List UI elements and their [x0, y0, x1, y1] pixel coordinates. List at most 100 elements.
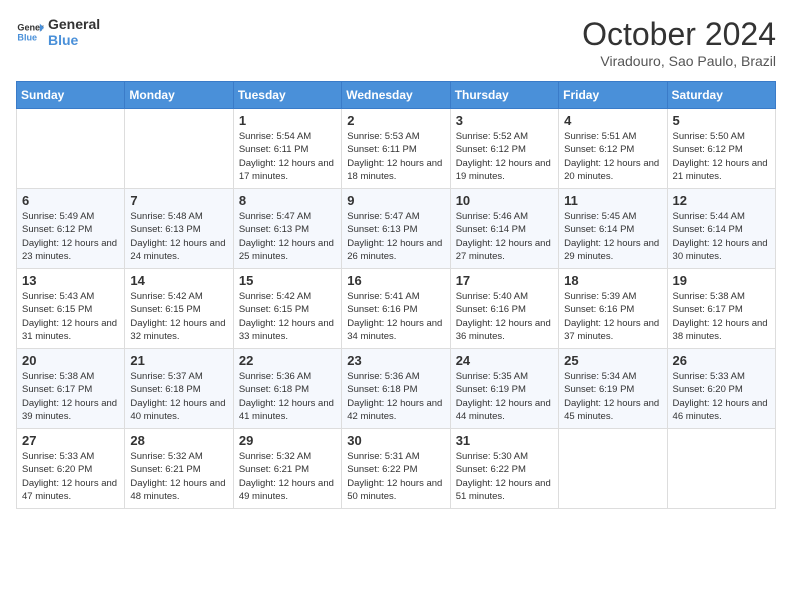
logo: General Blue General Blue [16, 16, 100, 48]
calendar-week-3: 13 Sunrise: 5:43 AM Sunset: 6:15 PM Dayli… [17, 269, 776, 349]
calendar-cell [17, 109, 125, 189]
day-number: 31 [456, 433, 553, 448]
day-number: 28 [130, 433, 227, 448]
calendar-cell: 2 Sunrise: 5:53 AM Sunset: 6:11 PM Daylig… [342, 109, 450, 189]
calendar-cell: 3 Sunrise: 5:52 AM Sunset: 6:12 PM Daylig… [450, 109, 558, 189]
day-info: Sunrise: 5:48 AM Sunset: 6:13 PM Dayligh… [130, 210, 227, 263]
day-number: 4 [564, 113, 661, 128]
calendar-cell: 10 Sunrise: 5:46 AM Sunset: 6:14 PM Dayli… [450, 189, 558, 269]
day-number: 29 [239, 433, 336, 448]
calendar-cell [125, 109, 233, 189]
day-of-week-friday: Friday [559, 82, 667, 109]
day-info: Sunrise: 5:46 AM Sunset: 6:14 PM Dayligh… [456, 210, 553, 263]
day-number: 12 [673, 193, 770, 208]
day-info: Sunrise: 5:33 AM Sunset: 6:20 PM Dayligh… [673, 370, 770, 423]
calendar-cell: 14 Sunrise: 5:42 AM Sunset: 6:15 PM Dayli… [125, 269, 233, 349]
day-of-week-wednesday: Wednesday [342, 82, 450, 109]
day-info: Sunrise: 5:38 AM Sunset: 6:17 PM Dayligh… [22, 370, 119, 423]
day-of-week-saturday: Saturday [667, 82, 775, 109]
day-info: Sunrise: 5:38 AM Sunset: 6:17 PM Dayligh… [673, 290, 770, 343]
calendar-cell: 7 Sunrise: 5:48 AM Sunset: 6:13 PM Daylig… [125, 189, 233, 269]
day-info: Sunrise: 5:32 AM Sunset: 6:21 PM Dayligh… [130, 450, 227, 503]
day-number: 22 [239, 353, 336, 368]
day-info: Sunrise: 5:31 AM Sunset: 6:22 PM Dayligh… [347, 450, 444, 503]
day-info: Sunrise: 5:40 AM Sunset: 6:16 PM Dayligh… [456, 290, 553, 343]
calendar-week-2: 6Sunrise: 5:49 AM Sunset: 6:12 PM Daylig… [17, 189, 776, 269]
calendar-cell: 15 Sunrise: 5:42 AM Sunset: 6:15 PM Dayli… [233, 269, 341, 349]
day-info: Sunrise: 5:32 AM Sunset: 6:21 PM Dayligh… [239, 450, 336, 503]
day-of-week-tuesday: Tuesday [233, 82, 341, 109]
day-info: Sunrise: 5:42 AM Sunset: 6:15 PM Dayligh… [239, 290, 336, 343]
calendar-cell: 5 Sunrise: 5:50 AM Sunset: 6:12 PM Daylig… [667, 109, 775, 189]
calendar-cell [667, 429, 775, 509]
day-number: 20 [22, 353, 119, 368]
calendar-cell: 4 Sunrise: 5:51 AM Sunset: 6:12 PM Daylig… [559, 109, 667, 189]
location: Viradouro, Sao Paulo, Brazil [582, 53, 776, 69]
day-number: 26 [673, 353, 770, 368]
day-info: Sunrise: 5:50 AM Sunset: 6:12 PM Dayligh… [673, 130, 770, 183]
logo-icon: General Blue [16, 18, 44, 46]
calendar-cell: 6Sunrise: 5:49 AM Sunset: 6:12 PM Daylig… [17, 189, 125, 269]
calendar-cell: 1Sunrise: 5:54 AM Sunset: 6:11 PM Daylig… [233, 109, 341, 189]
calendar-cell: 17 Sunrise: 5:40 AM Sunset: 6:16 PM Dayli… [450, 269, 558, 349]
day-number: 5 [673, 113, 770, 128]
calendar-cell: 28 Sunrise: 5:32 AM Sunset: 6:21 PM Dayli… [125, 429, 233, 509]
day-info: Sunrise: 5:30 AM Sunset: 6:22 PM Dayligh… [456, 450, 553, 503]
day-info: Sunrise: 5:47 AM Sunset: 6:13 PM Dayligh… [239, 210, 336, 263]
calendar-cell: 19 Sunrise: 5:38 AM Sunset: 6:17 PM Dayli… [667, 269, 775, 349]
calendar-week-1: 1Sunrise: 5:54 AM Sunset: 6:11 PM Daylig… [17, 109, 776, 189]
calendar-cell: 12 Sunrise: 5:44 AM Sunset: 6:14 PM Dayli… [667, 189, 775, 269]
day-info: Sunrise: 5:43 AM Sunset: 6:15 PM Dayligh… [22, 290, 119, 343]
day-info: Sunrise: 5:53 AM Sunset: 6:11 PM Dayligh… [347, 130, 444, 183]
day-info: Sunrise: 5:33 AM Sunset: 6:20 PM Dayligh… [22, 450, 119, 503]
day-info: Sunrise: 5:52 AM Sunset: 6:12 PM Dayligh… [456, 130, 553, 183]
calendar-cell: 24Sunrise: 5:35 AM Sunset: 6:19 PM Dayli… [450, 349, 558, 429]
calendar-cell: 20 Sunrise: 5:38 AM Sunset: 6:17 PM Dayli… [17, 349, 125, 429]
day-number: 10 [456, 193, 553, 208]
calendar-cell: 27Sunrise: 5:33 AM Sunset: 6:20 PM Dayli… [17, 429, 125, 509]
calendar-cell: 31 Sunrise: 5:30 AM Sunset: 6:22 PM Dayli… [450, 429, 558, 509]
day-info: Sunrise: 5:34 AM Sunset: 6:19 PM Dayligh… [564, 370, 661, 423]
calendar-cell: 21Sunrise: 5:37 AM Sunset: 6:18 PM Dayli… [125, 349, 233, 429]
month-title: October 2024 [582, 16, 776, 53]
title-block: October 2024 Viradouro, Sao Paulo, Brazi… [582, 16, 776, 69]
day-number: 18 [564, 273, 661, 288]
calendar-cell: 25 Sunrise: 5:34 AM Sunset: 6:19 PM Dayli… [559, 349, 667, 429]
day-number: 15 [239, 273, 336, 288]
day-info: Sunrise: 5:36 AM Sunset: 6:18 PM Dayligh… [239, 370, 336, 423]
day-number: 23 [347, 353, 444, 368]
day-number: 7 [130, 193, 227, 208]
day-number: 17 [456, 273, 553, 288]
day-number: 9 [347, 193, 444, 208]
day-number: 3 [456, 113, 553, 128]
calendar-cell: 9 Sunrise: 5:47 AM Sunset: 6:13 PM Daylig… [342, 189, 450, 269]
day-number: 16 [347, 273, 444, 288]
calendar-week-5: 27Sunrise: 5:33 AM Sunset: 6:20 PM Dayli… [17, 429, 776, 509]
day-number: 25 [564, 353, 661, 368]
calendar-table: SundayMondayTuesdayWednesdayThursdayFrid… [16, 81, 776, 509]
day-info: Sunrise: 5:51 AM Sunset: 6:12 PM Dayligh… [564, 130, 661, 183]
logo-general: General [48, 16, 100, 32]
day-info: Sunrise: 5:41 AM Sunset: 6:16 PM Dayligh… [347, 290, 444, 343]
calendar-cell: 30Sunrise: 5:31 AM Sunset: 6:22 PM Dayli… [342, 429, 450, 509]
day-info: Sunrise: 5:39 AM Sunset: 6:16 PM Dayligh… [564, 290, 661, 343]
day-of-week-thursday: Thursday [450, 82, 558, 109]
page-header: General Blue General Blue October 2024 V… [16, 16, 776, 69]
day-number: 2 [347, 113, 444, 128]
day-info: Sunrise: 5:49 AM Sunset: 6:12 PM Dayligh… [22, 210, 119, 263]
day-info: Sunrise: 5:42 AM Sunset: 6:15 PM Dayligh… [130, 290, 227, 343]
day-info: Sunrise: 5:47 AM Sunset: 6:13 PM Dayligh… [347, 210, 444, 263]
calendar-cell: 29 Sunrise: 5:32 AM Sunset: 6:21 PM Dayli… [233, 429, 341, 509]
day-number: 24 [456, 353, 553, 368]
day-of-week-monday: Monday [125, 82, 233, 109]
calendar-week-4: 20 Sunrise: 5:38 AM Sunset: 6:17 PM Dayli… [17, 349, 776, 429]
day-info: Sunrise: 5:44 AM Sunset: 6:14 PM Dayligh… [673, 210, 770, 263]
calendar-cell: 23Sunrise: 5:36 AM Sunset: 6:18 PM Dayli… [342, 349, 450, 429]
day-number: 14 [130, 273, 227, 288]
calendar-cell: 16 Sunrise: 5:41 AM Sunset: 6:16 PM Dayli… [342, 269, 450, 349]
day-number: 13 [22, 273, 119, 288]
day-number: 19 [673, 273, 770, 288]
logo-blue: Blue [48, 32, 100, 48]
calendar-cell: 13 Sunrise: 5:43 AM Sunset: 6:15 PM Dayli… [17, 269, 125, 349]
calendar-cell: 18 Sunrise: 5:39 AM Sunset: 6:16 PM Dayli… [559, 269, 667, 349]
